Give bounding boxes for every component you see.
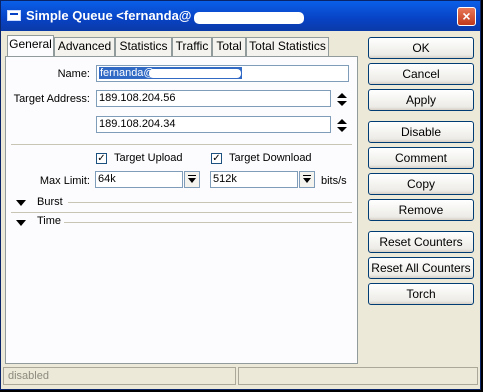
max-limit-upload-field[interactable]: 64k	[95, 171, 183, 188]
tab-traffic[interactable]: Traffic	[172, 37, 212, 56]
divider	[11, 144, 352, 145]
comment-button[interactable]: Comment	[368, 147, 474, 169]
tab-total[interactable]: Total	[212, 37, 246, 56]
target-address-field-2[interactable]: 189.108.204.34	[96, 116, 331, 133]
cancel-button[interactable]: Cancel	[368, 63, 474, 85]
disable-button[interactable]: Disable	[368, 121, 474, 143]
updown-arrows-icon[interactable]	[336, 119, 347, 133]
redacted-name-region	[148, 68, 241, 78]
tab-total-statistics[interactable]: Total Statistics	[246, 37, 329, 56]
burst-section-label[interactable]: Burst	[37, 196, 63, 208]
dropdown-arrow-icon[interactable]	[184, 171, 200, 188]
collapse-triangle-icon[interactable]	[16, 220, 26, 226]
collapse-triangle-icon[interactable]	[16, 200, 26, 206]
units-label: bits/s	[321, 175, 347, 187]
divider	[64, 222, 352, 223]
general-panel: Name: fernanda@ Target Address: 189.108.…	[5, 56, 358, 364]
name-field[interactable]: fernanda@	[96, 65, 349, 82]
status-state: disabled	[3, 367, 236, 385]
target-upload-label: Target Upload	[114, 152, 183, 164]
updown-arrows-icon[interactable]	[336, 93, 347, 107]
torch-button[interactable]: Torch	[368, 283, 474, 305]
redacted-title-region	[194, 12, 304, 24]
max-limit-label: Max Limit:	[39, 175, 90, 187]
dropdown-arrow-icon[interactable]	[299, 171, 315, 188]
target-download-checkbox[interactable]: ✓	[211, 153, 222, 164]
target-address-label: Target Address:	[13, 93, 90, 105]
tab-advanced[interactable]: Advanced	[54, 37, 115, 56]
window-icon	[7, 10, 21, 21]
time-section-label[interactable]: Time	[37, 215, 61, 227]
apply-button[interactable]: Apply	[368, 89, 474, 111]
name-value: fernanda@	[100, 67, 155, 79]
divider	[11, 212, 352, 213]
window-title: Simple Queue <fernanda@	[26, 8, 192, 23]
status-panel	[238, 367, 478, 385]
tab-statistics[interactable]: Statistics	[115, 37, 172, 56]
copy-button[interactable]: Copy	[368, 173, 474, 195]
target-download-label: Target Download	[229, 152, 312, 164]
ok-button[interactable]: OK	[368, 37, 474, 59]
max-limit-download-field[interactable]: 512k	[210, 171, 298, 188]
target-address-field-1[interactable]: 189.108.204.56	[96, 90, 331, 107]
simple-queue-window: Simple Queue <fernanda@ × General Advanc…	[0, 0, 481, 390]
title-bar[interactable]: Simple Queue <fernanda@ ×	[1, 1, 480, 31]
remove-button[interactable]: Remove	[368, 199, 474, 221]
reset-all-counters-button[interactable]: Reset All Counters	[368, 257, 474, 279]
divider	[68, 202, 352, 203]
name-label: Name:	[57, 68, 90, 80]
close-icon[interactable]: ×	[457, 7, 476, 26]
tab-general[interactable]: General	[7, 35, 54, 56]
reset-counters-button[interactable]: Reset Counters	[368, 231, 474, 253]
target-upload-checkbox[interactable]: ✓	[96, 153, 107, 164]
